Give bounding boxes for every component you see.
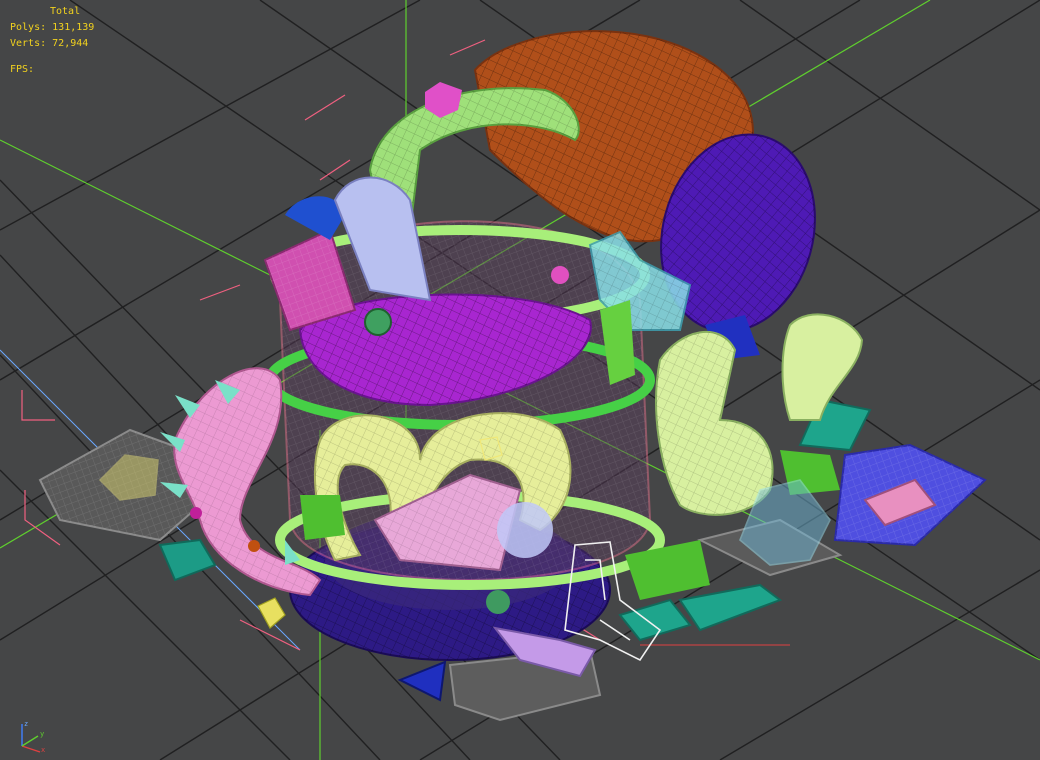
- scene-canvas[interactable]: [0, 0, 1040, 760]
- polys-label: Polys:: [10, 22, 47, 33]
- z-axis-label: z: [24, 720, 28, 728]
- polys-value: 131,139: [52, 22, 95, 33]
- x-axis-line: [21, 745, 41, 753]
- verts-row: Verts: 72,944: [10, 36, 94, 52]
- x-axis-label: x: [41, 746, 45, 754]
- stats-title: Total: [50, 6, 81, 17]
- green-sphere: [486, 590, 510, 614]
- y-axis-label: y: [40, 730, 44, 738]
- polys-row: Polys: 131,139: [10, 20, 94, 36]
- verts-value: 72,944: [52, 38, 89, 49]
- perspective-viewport[interactable]: Total Polys: 131,139 Verts: 72,944 FPS: …: [0, 0, 1040, 760]
- verts-label: Verts:: [10, 38, 47, 49]
- fps-label: FPS:: [10, 64, 35, 75]
- y-axis-line: [21, 735, 39, 747]
- viewport-statistics: Total Polys: 131,139 Verts: 72,944 FPS:: [10, 4, 94, 78]
- axis-gizmo-icon: z x y: [21, 720, 45, 754]
